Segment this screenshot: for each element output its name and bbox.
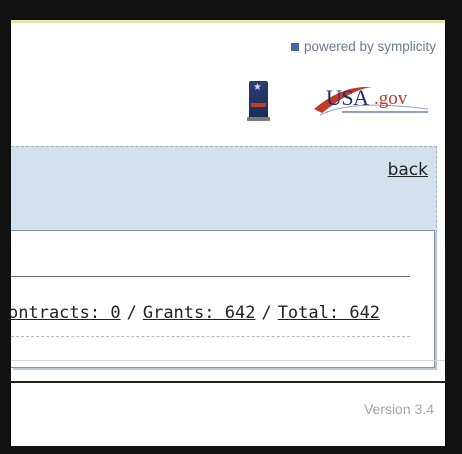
- dashed-divider: [11, 336, 410, 337]
- usa-gov-logo[interactable]: USA .gov: [312, 79, 432, 121]
- screen-frame-left: [0, 0, 11, 454]
- grants-count-link[interactable]: Grants: 642: [143, 303, 256, 323]
- page-content: powered by symplicity ★ USA .gov back on…: [8, 20, 445, 446]
- footer-divider: [11, 360, 445, 361]
- result-counts: ontracts: 0/Grants: 642/Total: 642: [8, 303, 380, 323]
- square-bullet-icon: [290, 42, 299, 51]
- logo-tagline-bar: [342, 111, 428, 113]
- screen-frame-right: [445, 0, 462, 454]
- separator: /: [126, 303, 137, 323]
- powered-by-label: powered by symplicity: [303, 39, 436, 54]
- screen-frame-top: [0, 0, 462, 20]
- version-label: Version 3.4: [363, 401, 434, 417]
- header-accent-line: [11, 20, 445, 23]
- footer-bar: [11, 381, 445, 383]
- logo-gov-text: .gov: [374, 88, 408, 109]
- total-count-link[interactable]: Total: 642: [278, 303, 380, 323]
- results-summary-box: ontracts: 0/Grants: 642/Total: 642: [8, 230, 435, 368]
- separator: /: [261, 303, 272, 323]
- contracts-count-link[interactable]: ontracts: 0: [8, 303, 121, 323]
- divider: [11, 276, 410, 277]
- screen-frame-bottom: [0, 446, 462, 454]
- agency-badge-icon: ★: [247, 81, 270, 121]
- powered-by: powered by symplicity: [290, 39, 436, 54]
- back-link[interactable]: back: [388, 160, 428, 180]
- logo-usa-text: USA: [326, 85, 369, 110]
